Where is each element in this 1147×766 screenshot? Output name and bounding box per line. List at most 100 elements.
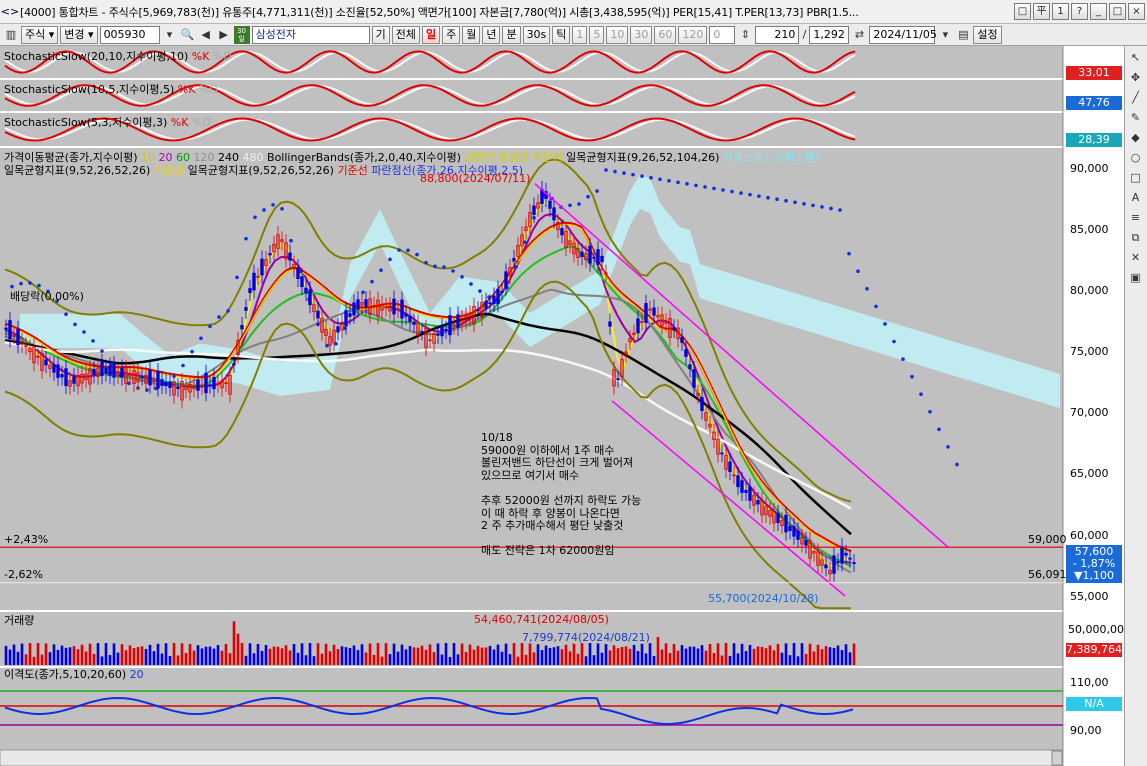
period-30s[interactable]: 30s <box>522 25 551 44</box>
candle-body <box>688 364 692 370</box>
minute-120[interactable]: 120 <box>678 25 708 44</box>
candle-body <box>8 320 12 340</box>
pin-button[interactable]: 平 <box>1033 3 1050 20</box>
minimize-button[interactable]: _ <box>1090 3 1107 20</box>
market-select[interactable]: 주식 ▾ <box>21 25 59 44</box>
blue-dot <box>388 257 392 262</box>
volume-bar <box>384 643 388 665</box>
range-icon[interactable]: ⇄ <box>851 26 867 44</box>
close-button[interactable]: × <box>1128 3 1145 20</box>
volume-bar <box>448 656 452 665</box>
export-icon[interactable]: ▤ <box>955 26 971 44</box>
next-stock-icon[interactable]: ▶ <box>216 26 232 44</box>
chart-area[interactable]: StochasticSlow(20,10,지수이평,10) %K %D Stoc… <box>0 46 1147 766</box>
layout-icon[interactable]: ▥ <box>3 26 19 44</box>
stock-code-input[interactable]: 005930 <box>99 25 160 44</box>
minute-value-input[interactable]: 0 <box>709 25 736 44</box>
candle-body <box>744 489 748 493</box>
help-button[interactable]: ? <box>1071 3 1088 20</box>
volume-bar <box>468 644 472 665</box>
copy-icon[interactable]: ⧉ <box>1127 229 1144 246</box>
rectangle-icon[interactable]: □ <box>1127 169 1144 186</box>
settings-button[interactable]: 설정 <box>973 25 1002 44</box>
hand-icon[interactable]: ✥ <box>1127 69 1144 86</box>
volume-bar <box>676 650 680 665</box>
volume-title[interactable]: 거래량 <box>4 614 34 627</box>
ellipse-icon[interactable]: ○ <box>1127 149 1144 166</box>
blue-dot <box>937 427 941 432</box>
memo-annotation[interactable]: 10/18 59000원 이하에서 1주 매수 볼린저밴드 하단선이 크게 벌어… <box>481 431 641 558</box>
volume-bar <box>220 650 224 665</box>
period-전체[interactable]: 전체 <box>391 25 420 44</box>
volume-bar <box>528 643 532 665</box>
volume-bar <box>240 643 244 665</box>
minute-30[interactable]: 30 <box>630 25 653 44</box>
minute-10[interactable]: 10 <box>606 25 629 44</box>
nav-arrows-icon[interactable]: <> <box>0 5 20 18</box>
change-button[interactable]: 변경 ▾ <box>60 25 98 44</box>
stoch2-d-label: %D <box>198 83 218 96</box>
chart-scrollbar[interactable] <box>0 749 1064 766</box>
disparity-title[interactable]: 이격도(종가,5,10,20,60) 20 <box>4 668 144 681</box>
candle-body <box>156 371 160 389</box>
stoch1-title[interactable]: StochasticSlow(20,10,지수이평,10) %K %D <box>4 50 232 63</box>
volume-bar <box>312 656 316 665</box>
ma-10-label: 10 <box>141 151 156 164</box>
volume-bar <box>664 643 668 665</box>
period-기[interactable]: 기 <box>371 25 390 44</box>
text-icon[interactable]: A <box>1127 189 1144 206</box>
volume-bar <box>632 644 636 665</box>
bb-middle-label: 중심선 <box>498 151 529 164</box>
minute-60[interactable]: 60 <box>654 25 677 44</box>
prev-stock-icon[interactable]: ◀ <box>198 26 214 44</box>
minute-stepper-icon[interactable]: ⇕ <box>737 26 753 44</box>
split-button[interactable]: 1 <box>1052 3 1069 20</box>
candle-body <box>692 369 696 388</box>
blue-dot <box>568 203 572 208</box>
trendline-icon[interactable]: ╱ <box>1127 89 1144 106</box>
period-월[interactable]: 월 <box>462 25 481 44</box>
stoch3-title[interactable]: StochasticSlow(5,3,지수이평,3) %K %D <box>4 116 211 129</box>
volume-bar <box>452 643 456 665</box>
eraser-icon[interactable]: ◆ <box>1127 129 1144 146</box>
tb30-icon[interactable]: 30 일 <box>233 25 250 44</box>
volume-bar <box>736 653 740 665</box>
minute-1[interactable]: 1 <box>572 25 588 44</box>
count-input[interactable]: 210 <box>755 25 800 44</box>
code-dropdown-icon[interactable]: ▾ <box>162 26 178 44</box>
stoch2-title[interactable]: StochasticSlow(10,5,지수이평,5) %K %D <box>4 83 218 96</box>
date-input[interactable]: 2024/11/05 <box>869 25 937 44</box>
candle-body <box>60 374 64 378</box>
calendar-dropdown-icon[interactable]: ▾ <box>937 26 953 44</box>
volume-bar <box>232 621 236 665</box>
period-틱[interactable]: 틱 <box>552 25 571 44</box>
restore-button[interactable]: □ <box>1014 3 1031 20</box>
title-bar: <> [4000] 통합차트 - 주식수[5,969,783(천)] 유통주[4… <box>0 0 1147 24</box>
disparity-tick-90: 90,00 <box>1070 724 1102 737</box>
save-icon[interactable]: ▣ <box>1127 269 1144 286</box>
minute-5[interactable]: 5 <box>589 25 605 44</box>
blue-dot <box>379 268 383 273</box>
volume-bar <box>792 643 796 665</box>
candle-body <box>512 257 516 262</box>
cursor-icon[interactable]: ↖ <box>1127 49 1144 66</box>
period-분[interactable]: 분 <box>502 25 521 44</box>
delete-icon[interactable]: ✕ <box>1127 249 1144 266</box>
volume-bar <box>812 651 816 665</box>
fibonacci-icon[interactable]: ≡ <box>1127 209 1144 226</box>
period-년[interactable]: 년 <box>482 25 501 44</box>
candle-body <box>260 258 264 276</box>
maximize-button[interactable]: □ <box>1109 3 1126 20</box>
blue-dot <box>37 283 41 288</box>
candle-body <box>148 369 152 386</box>
search-icon[interactable]: 🔍 <box>180 26 196 44</box>
candle-body <box>580 251 584 257</box>
pencil-icon[interactable]: ✎ <box>1127 109 1144 126</box>
period-주[interactable]: 주 <box>442 25 461 44</box>
period-일[interactable]: 일 <box>421 25 441 44</box>
scroll-thumb[interactable] <box>1051 750 1063 766</box>
price-legend-1[interactable]: 가격이동평균(종가,지수이평) 10 20 60 120 240 480 Bol… <box>4 151 821 164</box>
dividend-note: 배당락(0,00%) <box>10 290 84 303</box>
blue-dot <box>478 289 482 293</box>
blue-dot <box>289 238 293 243</box>
